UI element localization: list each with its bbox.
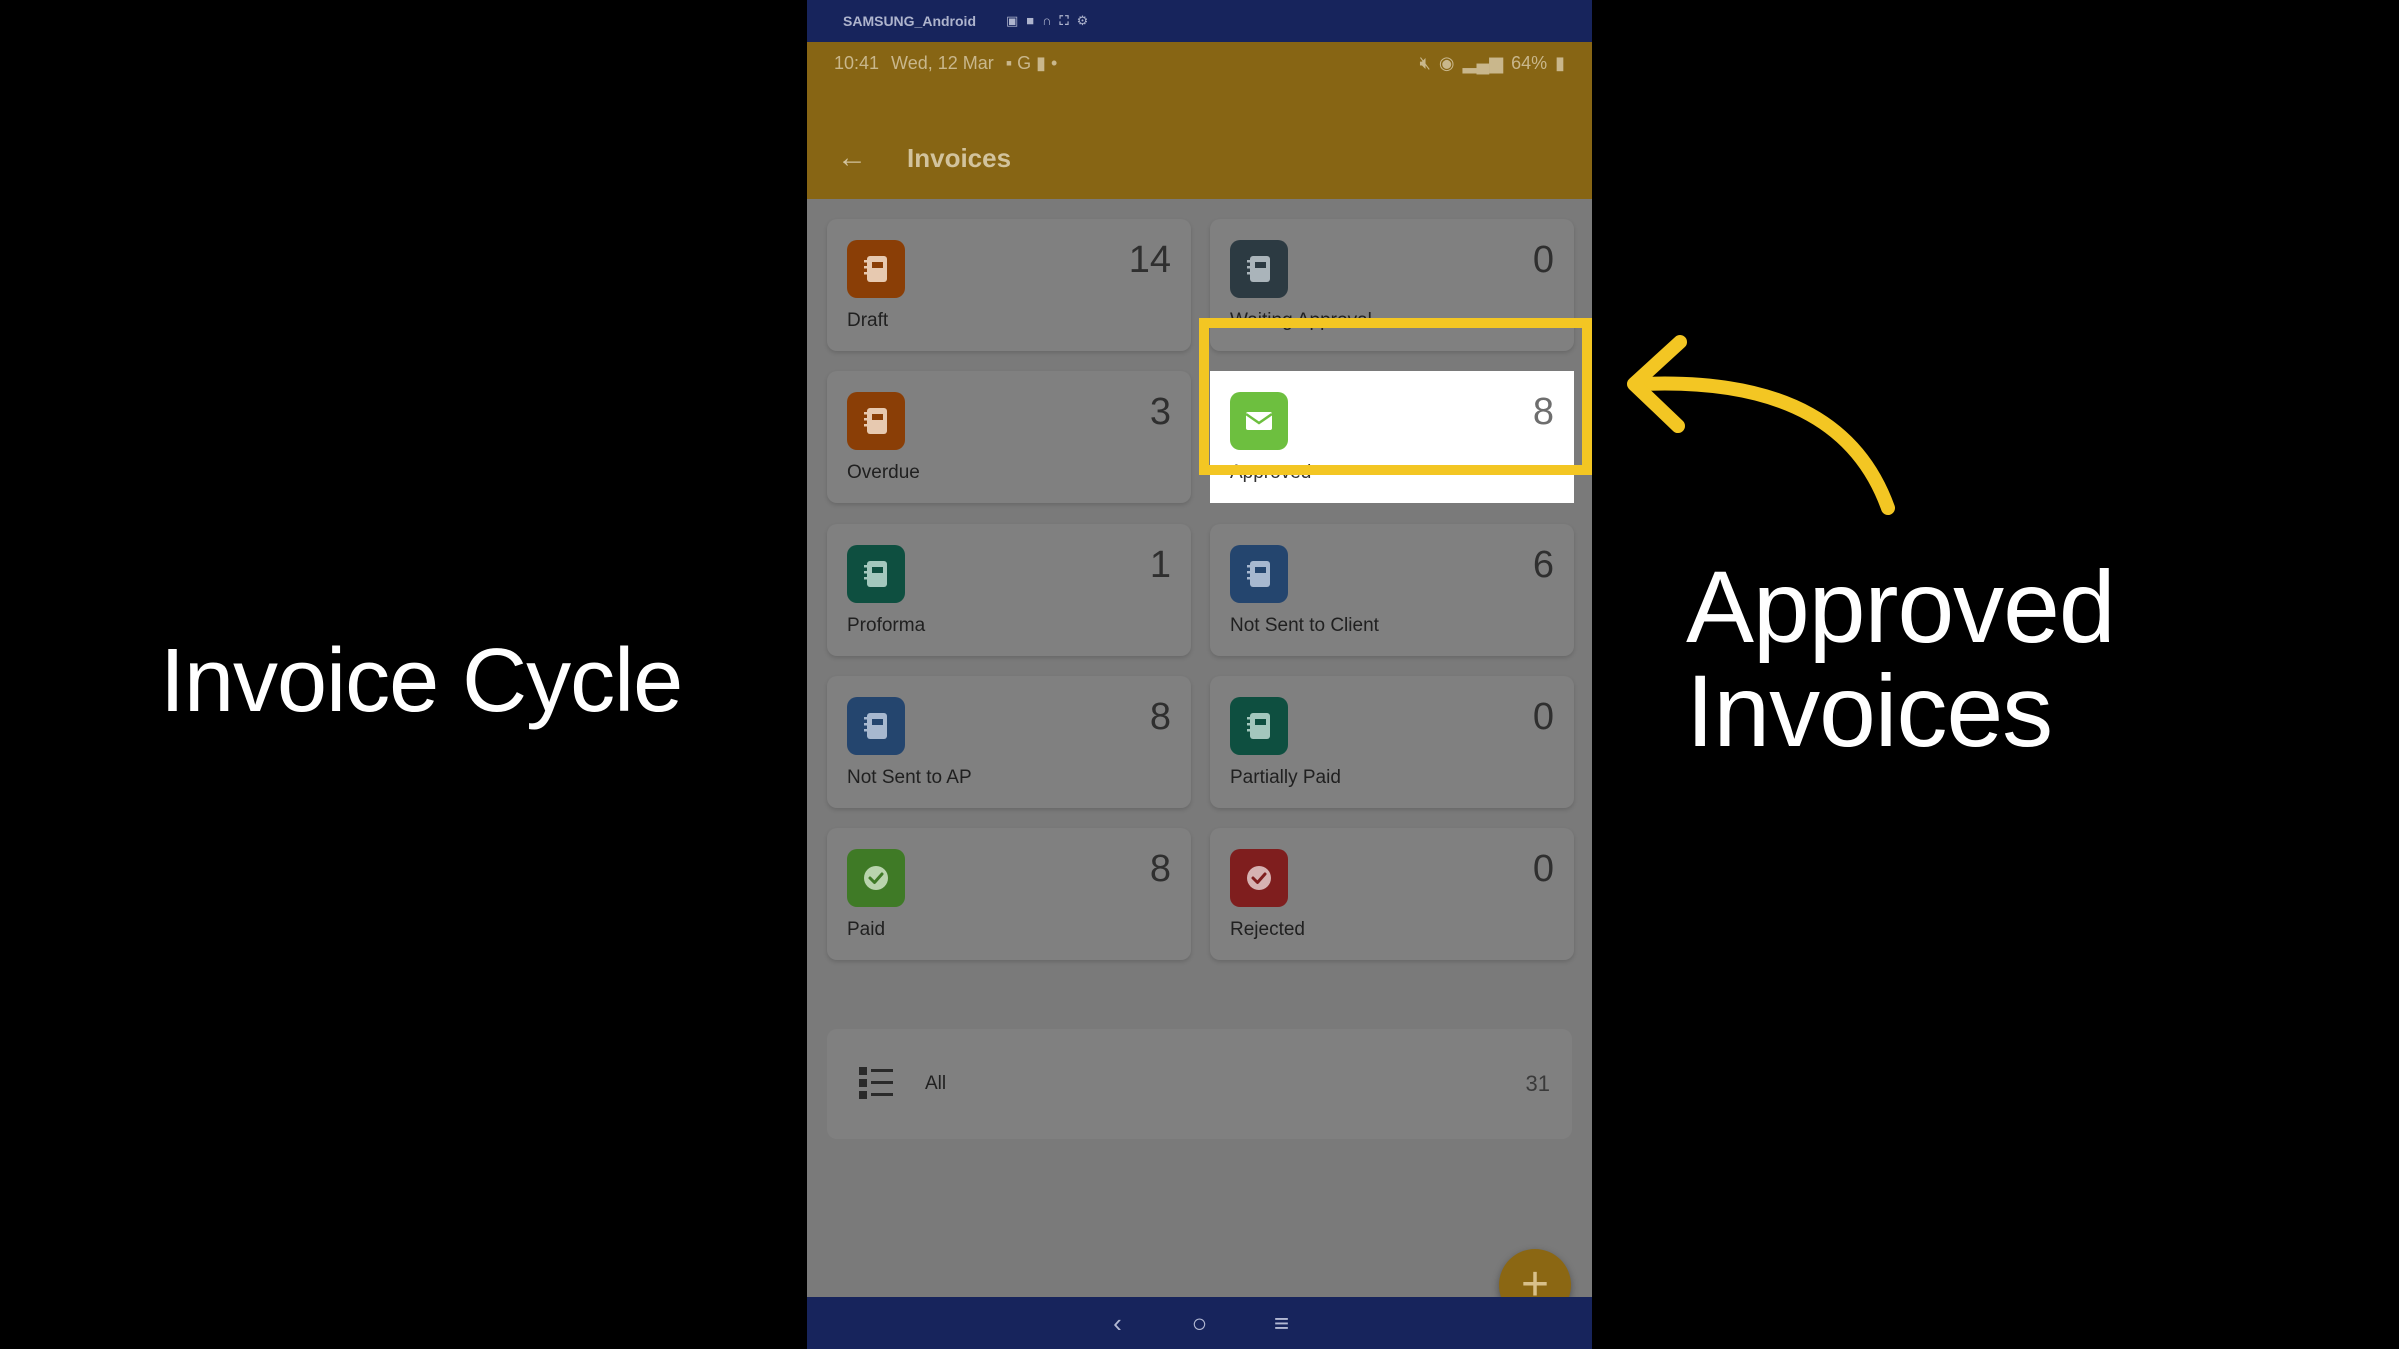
notebook-icon <box>1230 240 1288 298</box>
tile-count: 8 <box>1149 848 1171 890</box>
tile-proforma[interactable]: 1 Proforma <box>827 524 1191 656</box>
tile-count: 8 <box>1532 391 1554 433</box>
video-frame: Invoice Cycle Approved Invoices SAMSUNG_… <box>0 0 2399 1349</box>
settings-gear-icon[interactable]: ⚙ <box>1077 13 1089 29</box>
tile-label: Partially Paid <box>1230 767 1341 788</box>
tile-waiting-approval[interactable]: 0 Waiting Approval <box>1210 219 1574 351</box>
page-title: Invoices <box>907 142 1012 173</box>
check-circle-icon <box>847 849 905 907</box>
toolbar: ← Invoices <box>807 120 1592 196</box>
tile-paid[interactable]: 8 Paid <box>827 828 1191 960</box>
notebook-icon <box>847 392 905 450</box>
tile-count: 14 <box>1128 239 1171 281</box>
battery-level: 64% <box>1511 52 1548 73</box>
signal-icon: ▂▄▆ <box>1462 52 1504 73</box>
right-caption-line2: Invoices <box>1686 654 2053 768</box>
system-nav-bar: ‹ ○ ≡ <box>807 1297 1592 1349</box>
headset-icon[interactable]: ∩ <box>1042 13 1051 29</box>
tile-label: Waiting Approval <box>1230 310 1372 331</box>
tile-not-sent-to-client[interactable]: 6 Not Sent to Client <box>1210 524 1574 656</box>
all-label: All <box>925 1073 947 1094</box>
all-invoices-row[interactable]: All 31 <box>827 1029 1572 1139</box>
fullscreen-icon[interactable]: ⛶ <box>1060 13 1069 29</box>
battery-icon: ▮ <box>1555 52 1565 73</box>
device-tool-icons: ▣ ■ ∩ ⛶ ⚙ <box>1006 13 1088 29</box>
tile-label: Proforma <box>847 615 926 636</box>
status-bar: 10:41 Wed, 12 Mar ▪ G ▮ • 🔇︎ ◉ ▂▄▆ 64% ▮ <box>834 48 1565 78</box>
tile-label: Overdue <box>847 462 920 483</box>
tile-label: Rejected <box>1230 919 1305 940</box>
camera-icon[interactable]: ▣ <box>1006 13 1018 29</box>
tile-count: 0 <box>1532 848 1554 890</box>
location-icon: ◉ <box>1438 52 1455 73</box>
list-icon <box>859 1067 893 1099</box>
tile-count: 0 <box>1532 696 1554 738</box>
notebook-icon <box>847 240 905 298</box>
nav-recents-icon[interactable]: ≡ <box>1267 1308 1297 1339</box>
tile-partially-paid[interactable]: 0 Partially Paid <box>1210 676 1574 808</box>
tile-label: Approved <box>1230 462 1312 483</box>
app-header: 10:41 Wed, 12 Mar ▪ G ▮ • 🔇︎ ◉ ▂▄▆ 64% ▮… <box>807 42 1592 199</box>
envelope-icon <box>1230 392 1288 450</box>
back-arrow-icon[interactable]: ← <box>837 141 907 175</box>
tile-count: 8 <box>1149 696 1171 738</box>
tile-draft[interactable]: 14 Draft <box>827 219 1191 351</box>
all-count: 31 <box>1525 1071 1550 1096</box>
right-caption-line1: Approved <box>1686 550 2116 664</box>
notebook-icon <box>1230 545 1288 603</box>
tile-label: Not Sent to Client <box>1230 615 1379 636</box>
tile-approved[interactable]: 8 Approved <box>1210 371 1574 503</box>
notebook-icon <box>847 545 905 603</box>
tile-overdue[interactable]: 3 Overdue <box>827 371 1191 503</box>
invoice-status-grid: 14 Draft 0 Waiting Approval 3 Overdue 8 … <box>807 199 1592 1339</box>
nav-home-icon[interactable]: ○ <box>1185 1308 1215 1339</box>
right-caption: Approved Invoices <box>1686 550 2116 768</box>
tile-count: 0 <box>1532 239 1554 281</box>
tile-count: 3 <box>1149 391 1171 433</box>
video-icon[interactable]: ■ <box>1026 13 1034 29</box>
notification-icons: ▪ G ▮ • <box>1005 52 1058 73</box>
nav-back-icon[interactable]: ‹ <box>1103 1308 1133 1339</box>
phone-screen: SAMSUNG_Android ▣ ■ ∩ ⛶ ⚙ 10:41 Wed, 12 … <box>807 0 1592 1349</box>
notebook-icon <box>847 697 905 755</box>
status-time: 10:41 <box>834 52 880 73</box>
status-date: Wed, 12 Mar <box>891 52 994 73</box>
curved-arrow-icon <box>1627 335 1895 515</box>
mute-icon: 🔇︎ <box>1419 52 1431 73</box>
left-caption: Invoice Cycle <box>160 631 683 731</box>
device-bar: SAMSUNG_Android ▣ ■ ∩ ⛶ ⚙ <box>807 0 1592 42</box>
notebook-icon <box>1230 697 1288 755</box>
tile-label: Draft <box>847 310 889 331</box>
device-name: SAMSUNG_Android <box>843 13 976 29</box>
check-circle-icon <box>1230 849 1288 907</box>
tile-count: 1 <box>1149 544 1171 586</box>
tile-label: Not Sent to AP <box>847 767 972 788</box>
tile-label: Paid <box>847 919 886 940</box>
tile-not-sent-to-ap[interactable]: 8 Not Sent to AP <box>827 676 1191 808</box>
tile-rejected[interactable]: 0 Rejected <box>1210 828 1574 960</box>
tile-count: 6 <box>1532 544 1554 586</box>
